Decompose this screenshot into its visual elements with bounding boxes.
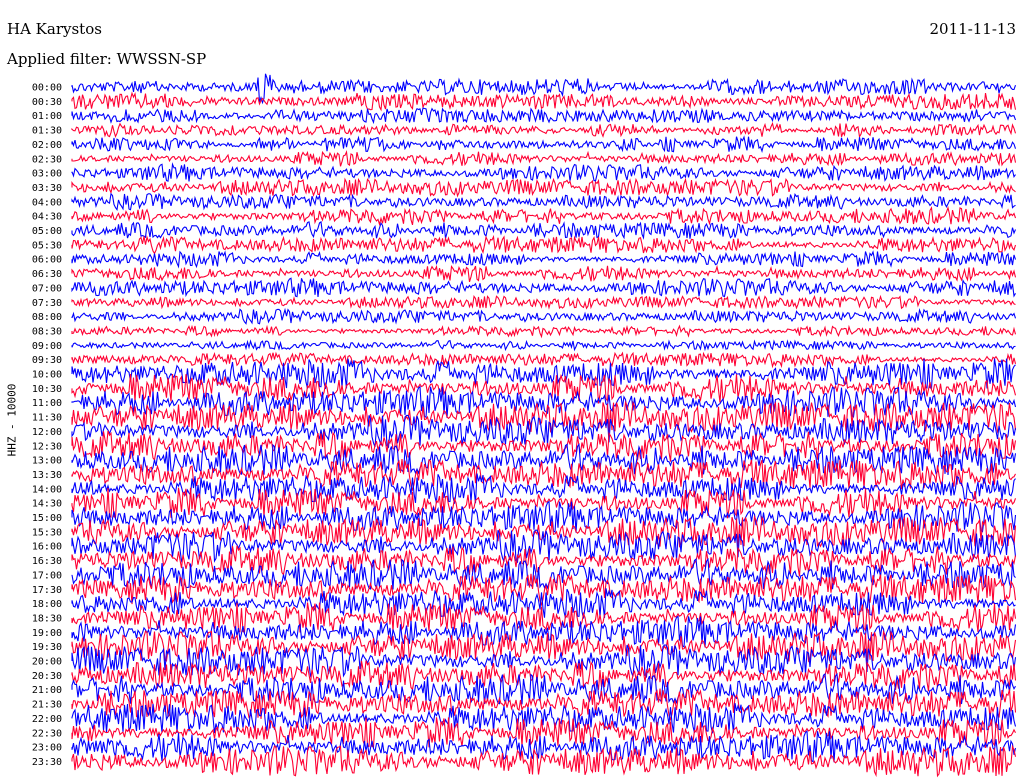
helicorder-traces — [71, 73, 1017, 778]
trace-row — [71, 162, 1016, 182]
row-time-label: 03:30 — [32, 183, 62, 194]
row-time-label: 10:30 — [32, 384, 62, 395]
row-time-label: 08:30 — [32, 326, 62, 337]
filter-label: Applied filter: WWSSN-SP — [7, 50, 207, 68]
trace-row — [71, 277, 1016, 298]
row-time-label: 23:30 — [32, 757, 62, 768]
y-axis-label: HHZ - 10000 — [5, 383, 19, 457]
row-time-label: 22:00 — [32, 714, 62, 725]
trace-row — [71, 150, 1017, 167]
trace-row — [71, 458, 1016, 492]
row-time-label: 20:00 — [32, 657, 62, 668]
row-time-label: 19:30 — [32, 642, 62, 653]
row-time-label: 02:00 — [32, 140, 62, 151]
row-time-label: 14:30 — [32, 499, 62, 510]
row-time-label: 22:30 — [32, 728, 62, 739]
trace-row — [71, 205, 1017, 227]
trace-row — [71, 220, 1017, 240]
trace-row — [71, 177, 1016, 198]
station-title: HA Karystos — [7, 20, 102, 38]
trace-row — [71, 430, 1017, 462]
trace-row — [71, 473, 1016, 504]
row-time-label: 05:30 — [32, 240, 62, 251]
row-time-label: 13:00 — [32, 456, 62, 467]
row-time-label: 07:00 — [32, 283, 62, 294]
trace-row — [71, 234, 1017, 255]
row-time-label: 19:00 — [32, 628, 62, 639]
row-time-label: 15:00 — [32, 513, 62, 524]
row-time-label: 09:30 — [32, 355, 62, 366]
trace-row — [71, 307, 1017, 325]
row-time-label: 00:00 — [32, 83, 62, 94]
trace-row — [71, 121, 1017, 139]
helicorder-plot: 00:00 00:30 01:00 01:30 02:00 02:30 03:00 03:30… — [32, 73, 1017, 778]
trace-row — [71, 107, 1017, 125]
row-time-label: 07:30 — [32, 298, 62, 309]
trace-row — [71, 529, 1017, 564]
row-time-label: 18:00 — [32, 599, 62, 610]
row-time-label: 04:00 — [32, 197, 62, 208]
row-time-label: 02:30 — [32, 154, 62, 165]
row-time-label: 10:00 — [32, 370, 62, 381]
row-time-label: 16:30 — [32, 556, 62, 567]
row-time-label: 06:00 — [32, 255, 62, 266]
row-time-label: 17:30 — [32, 585, 62, 596]
trace-row — [71, 339, 1016, 352]
row-time-label: 11:30 — [32, 413, 62, 424]
trace-row — [71, 192, 1016, 211]
row-time-label: 06:30 — [32, 269, 62, 280]
row-time-label: 03:00 — [32, 169, 62, 180]
row-time-label: 23:00 — [32, 743, 62, 754]
time-tick-labels: 00:00 00:30 01:00 01:30 02:00 02:30 03:00 03:30… — [32, 83, 62, 768]
row-time-label: 08:00 — [32, 312, 62, 323]
row-time-label: 21:00 — [32, 685, 62, 696]
row-time-label: 16:00 — [32, 542, 62, 553]
trace-row — [71, 250, 1017, 269]
trace-row — [71, 294, 1016, 311]
row-time-label: 05:00 — [32, 226, 62, 237]
trace-row — [71, 91, 1017, 112]
row-time-label: 17:00 — [32, 570, 62, 581]
row-time-label: 18:30 — [32, 613, 62, 624]
trace-row — [71, 351, 1017, 369]
row-time-label: 20:30 — [32, 671, 62, 682]
row-time-label: 12:00 — [32, 427, 62, 438]
row-time-label: 09:00 — [32, 341, 62, 352]
trace-row — [71, 324, 1017, 339]
row-time-label: 04:30 — [32, 212, 62, 223]
row-time-label: 01:30 — [32, 126, 62, 137]
trace-row — [71, 135, 1017, 154]
trace-row — [71, 557, 1016, 590]
row-time-label: 13:30 — [32, 470, 62, 481]
row-time-label: 01:00 — [32, 111, 62, 122]
date-label: 2011-11-13 — [929, 20, 1016, 38]
row-time-label: 21:30 — [32, 700, 62, 711]
row-time-label: 14:00 — [32, 484, 62, 495]
row-time-label: 12:30 — [32, 441, 62, 452]
row-time-label: 11:00 — [32, 398, 62, 409]
row-time-label: 00:30 — [32, 97, 62, 108]
trace-row — [71, 264, 1017, 283]
row-time-label: 15:30 — [32, 527, 62, 538]
